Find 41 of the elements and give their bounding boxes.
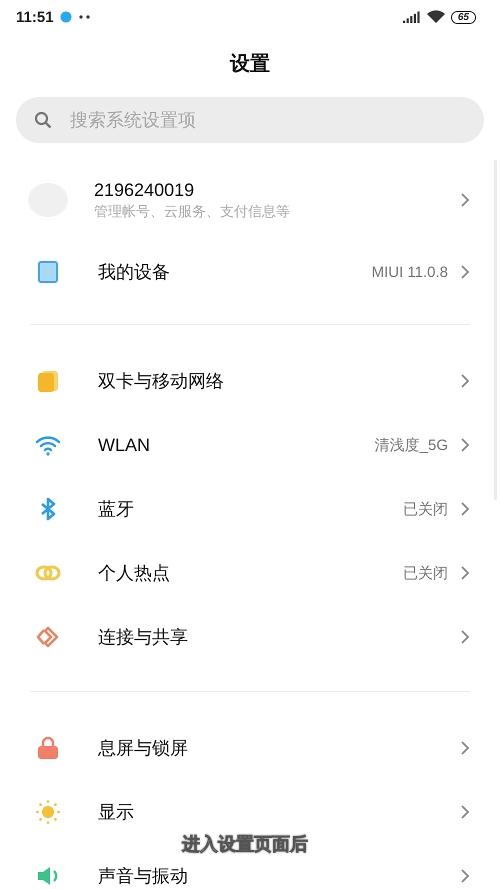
search-field[interactable]: 搜索系统设置项 (16, 97, 484, 143)
sim-card-icon (35, 368, 61, 394)
setting-label: WLAN (98, 434, 152, 456)
setting-value: 已关闭 (403, 500, 448, 518)
chevron-icon (460, 740, 470, 756)
search-icon (34, 111, 52, 129)
wifi-status-icon (426, 10, 445, 24)
setting-label: 声音与振动 (98, 865, 189, 888)
status-time: 11:51 (16, 8, 54, 26)
page-title: 设置 (228, 52, 271, 77)
setting-value: MIUI 11.0.8 (372, 264, 448, 280)
chevron-icon (460, 437, 470, 453)
setting-label: 显示 (98, 801, 135, 824)
setting-label: 双卡与移动网络 (98, 370, 225, 393)
signal-icon (402, 11, 421, 23)
setting-value: 清浅度_5G (374, 436, 448, 454)
setting-label: 个人热点 (98, 562, 171, 585)
square-icon (35, 259, 61, 285)
setting-label: 我的设备 (98, 261, 171, 284)
account-subtitle: 管理帐号、云服务、支付信息等 (94, 202, 291, 220)
chevron-icon (460, 192, 470, 208)
chevron-icon (460, 804, 470, 820)
chevron-icon (460, 264, 470, 280)
setting-label: 连接与共享 (98, 626, 189, 649)
app-notification-icon (60, 11, 72, 23)
chevron-icon (460, 373, 470, 389)
chevron-icon (460, 868, 470, 884)
share-icon (35, 624, 61, 650)
chevron-icon (460, 501, 470, 517)
more-notifications-icon (78, 15, 92, 19)
setting-label: 息屏与锁屏 (98, 737, 189, 760)
chevron-icon (460, 629, 470, 645)
setting-value: 已关闭 (403, 564, 448, 582)
lock-icon (35, 735, 61, 761)
setting-label: 蓝牙 (98, 498, 135, 521)
chevron-icon (460, 565, 470, 581)
battery-level: 65 (450, 10, 476, 24)
sun-icon (35, 799, 61, 825)
account-name: 2196240019 (94, 180, 196, 200)
video-caption: 进入设置页面后 (182, 833, 308, 856)
search-input[interactable]: 搜索系统设置项 (68, 108, 466, 132)
